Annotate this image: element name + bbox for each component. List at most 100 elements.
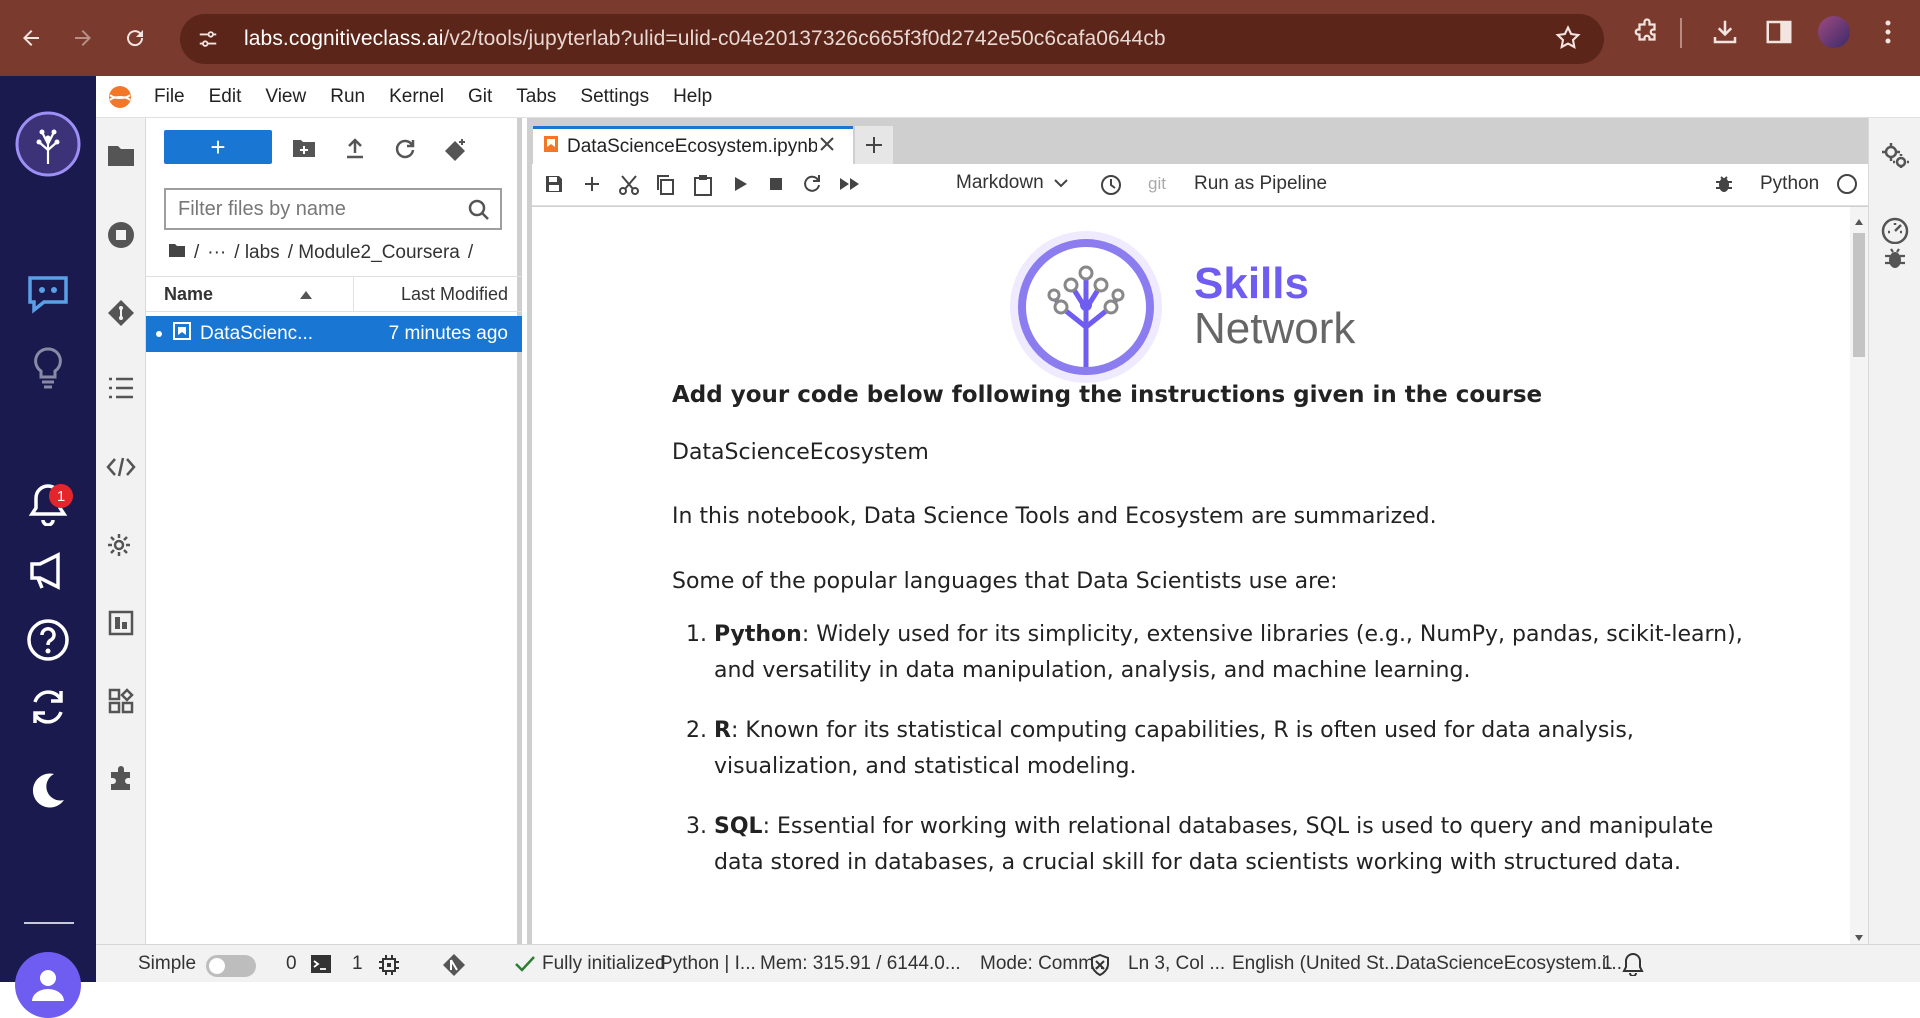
notebook-tab-icon [543, 135, 559, 159]
menu-edit[interactable]: Edit [209, 86, 242, 108]
extension-manager-puzzle-icon[interactable] [96, 766, 146, 794]
close-tab-icon[interactable] [819, 136, 835, 158]
extension-panel-icon[interactable] [96, 610, 146, 636]
markdown-intro: In this notebook, Data Science Tools and… [672, 504, 1437, 529]
home-folder-icon[interactable] [168, 242, 186, 264]
git-status-text[interactable]: Fully initialized [542, 953, 666, 975]
terminal-icon[interactable] [310, 954, 332, 980]
filter-files-field[interactable] [164, 188, 502, 230]
restart-kernel-icon[interactable] [802, 174, 822, 199]
git-clone-icon[interactable] [444, 138, 468, 167]
site-info-icon[interactable] [188, 19, 228, 59]
dark-mode-moon-icon[interactable] [0, 770, 96, 810]
new-tab-plus-button[interactable] [855, 126, 893, 164]
upload-icon[interactable] [344, 138, 366, 165]
cut-scissors-icon[interactable] [618, 174, 640, 201]
trusted-shield-icon[interactable] [1090, 953, 1110, 982]
ai-assistant-chat-icon[interactable] [0, 272, 96, 316]
file-browser-folder-icon[interactable] [96, 142, 146, 168]
paste-clipboard-icon[interactable] [692, 174, 714, 201]
download-icon[interactable] [1710, 17, 1740, 52]
terminal-count[interactable]: 0 [286, 953, 297, 975]
resource-usage-gauge-icon[interactable] [1869, 216, 1920, 244]
property-inspector-gears-icon[interactable] [1869, 142, 1920, 170]
kernel-count[interactable]: 1 [352, 953, 363, 975]
skills-network-logo-icon[interactable] [0, 110, 96, 178]
insert-cell-plus-icon[interactable] [582, 174, 602, 199]
side-panel-icon[interactable] [1764, 17, 1794, 52]
git-diff-button[interactable]: git [1148, 174, 1166, 194]
search-icon [468, 199, 490, 226]
breadcrumb-module2[interactable]: / Module2_Coursera [288, 242, 460, 264]
running-sessions-stop-icon[interactable] [96, 220, 146, 250]
user-avatar-icon[interactable] [15, 952, 81, 1018]
new-folder-icon[interactable] [292, 138, 316, 163]
save-icon[interactable] [544, 174, 564, 199]
table-of-contents-icon[interactable] [96, 376, 146, 400]
url-text[interactable]: labs.cognitiveclass.ai/v2/tools/jupyterl… [244, 27, 1166, 51]
code-snippets-icon[interactable] [96, 456, 146, 478]
bookmark-star-icon[interactable] [1554, 24, 1582, 57]
refresh-file-list-icon[interactable] [394, 138, 416, 165]
filter-files-input[interactable] [178, 197, 468, 221]
git-icon[interactable] [96, 298, 146, 328]
menu-tabs[interactable]: Tabs [516, 86, 556, 108]
extensions-icon[interactable] [1632, 17, 1662, 52]
scroll-up-arrow-icon[interactable] [1854, 213, 1864, 231]
cursor-position[interactable]: Ln 3, Col ... [1128, 953, 1225, 975]
display-language[interactable]: English (United St... [1232, 953, 1400, 975]
git-branch-icon[interactable] [442, 953, 466, 983]
forward-button[interactable] [62, 17, 104, 59]
menu-kernel[interactable]: Kernel [389, 86, 444, 108]
scrollbar-thumb[interactable] [1853, 233, 1865, 357]
simple-mode-toggle[interactable] [206, 955, 256, 977]
run-as-pipeline-button[interactable]: Run as Pipeline [1194, 173, 1327, 195]
file-list-item[interactable]: DataScienc... 7 minutes ago [146, 316, 522, 352]
notebook-scrollbar[interactable] [1850, 207, 1868, 944]
lightbulb-icon[interactable] [0, 346, 96, 390]
pipeline-components-icon[interactable] [96, 688, 146, 714]
run-play-icon[interactable] [730, 174, 750, 199]
menu-run[interactable]: Run [330, 86, 365, 108]
announcements-megaphone-icon[interactable] [0, 550, 96, 592]
menu-settings[interactable]: Settings [580, 86, 649, 108]
menu-git[interactable]: Git [468, 86, 492, 108]
help-question-icon[interactable] [0, 618, 96, 662]
debugger-bug-icon[interactable] [1714, 174, 1734, 199]
kernel-name-button[interactable]: Python [1760, 173, 1819, 195]
right-sidebar-tabs [1868, 118, 1920, 944]
column-modified-header[interactable]: Last Modified [354, 284, 522, 305]
menu-file[interactable]: File [154, 86, 185, 108]
reload-button[interactable] [114, 17, 156, 59]
notifications-bell-icon[interactable] [1622, 952, 1644, 982]
menu-view[interactable]: View [265, 86, 306, 108]
menu-help[interactable]: Help [673, 86, 712, 108]
document-tabbar: DataScienceEcosystem.ipynb [527, 118, 1868, 164]
browser-menu-icon[interactable] [1876, 17, 1900, 52]
back-button[interactable] [10, 17, 52, 59]
column-name-header[interactable]: Name [146, 276, 354, 312]
kernel-status-text[interactable]: Python | I... [660, 953, 756, 975]
tab-datascienceecosystem[interactable]: DataScienceEcosystem.ipynb [533, 126, 853, 164]
debugger-bug-icon[interactable] [1869, 246, 1920, 270]
breadcrumb-ellipsis[interactable]: ··· [207, 242, 226, 264]
breadcrumb-root[interactable]: / [194, 242, 199, 264]
history-clock-icon[interactable] [1100, 174, 1122, 201]
restart-run-all-fast-forward-icon[interactable] [838, 174, 862, 199]
notifications-bell-icon[interactable] [0, 482, 96, 526]
notebook-cells[interactable]: Skills Network Add your code below follo… [532, 207, 1850, 944]
interrupt-stop-icon[interactable] [766, 174, 786, 199]
profile-avatar[interactable] [1818, 16, 1850, 48]
new-launcher-button[interactable]: + [164, 130, 272, 164]
kernel-chip-icon[interactable] [378, 954, 400, 982]
address-bar[interactable]: labs.cognitiveclass.ai/v2/tools/jupyterl… [180, 14, 1604, 64]
sync-icon[interactable] [0, 686, 96, 728]
notification-count[interactable]: 1 [1602, 953, 1613, 975]
breadcrumb-labs[interactable]: / labs [234, 242, 279, 264]
url-path: /v2/tools/jupyterlab?ulid=ulid-c04e20137… [443, 27, 1166, 50]
cell-type-value: Markdown [956, 172, 1044, 193]
property-inspector-gear-icon[interactable] [96, 532, 146, 562]
copy-icon[interactable] [654, 174, 676, 201]
rail-divider [24, 922, 74, 924]
cell-type-dropdown[interactable]: Markdown [956, 172, 1068, 194]
